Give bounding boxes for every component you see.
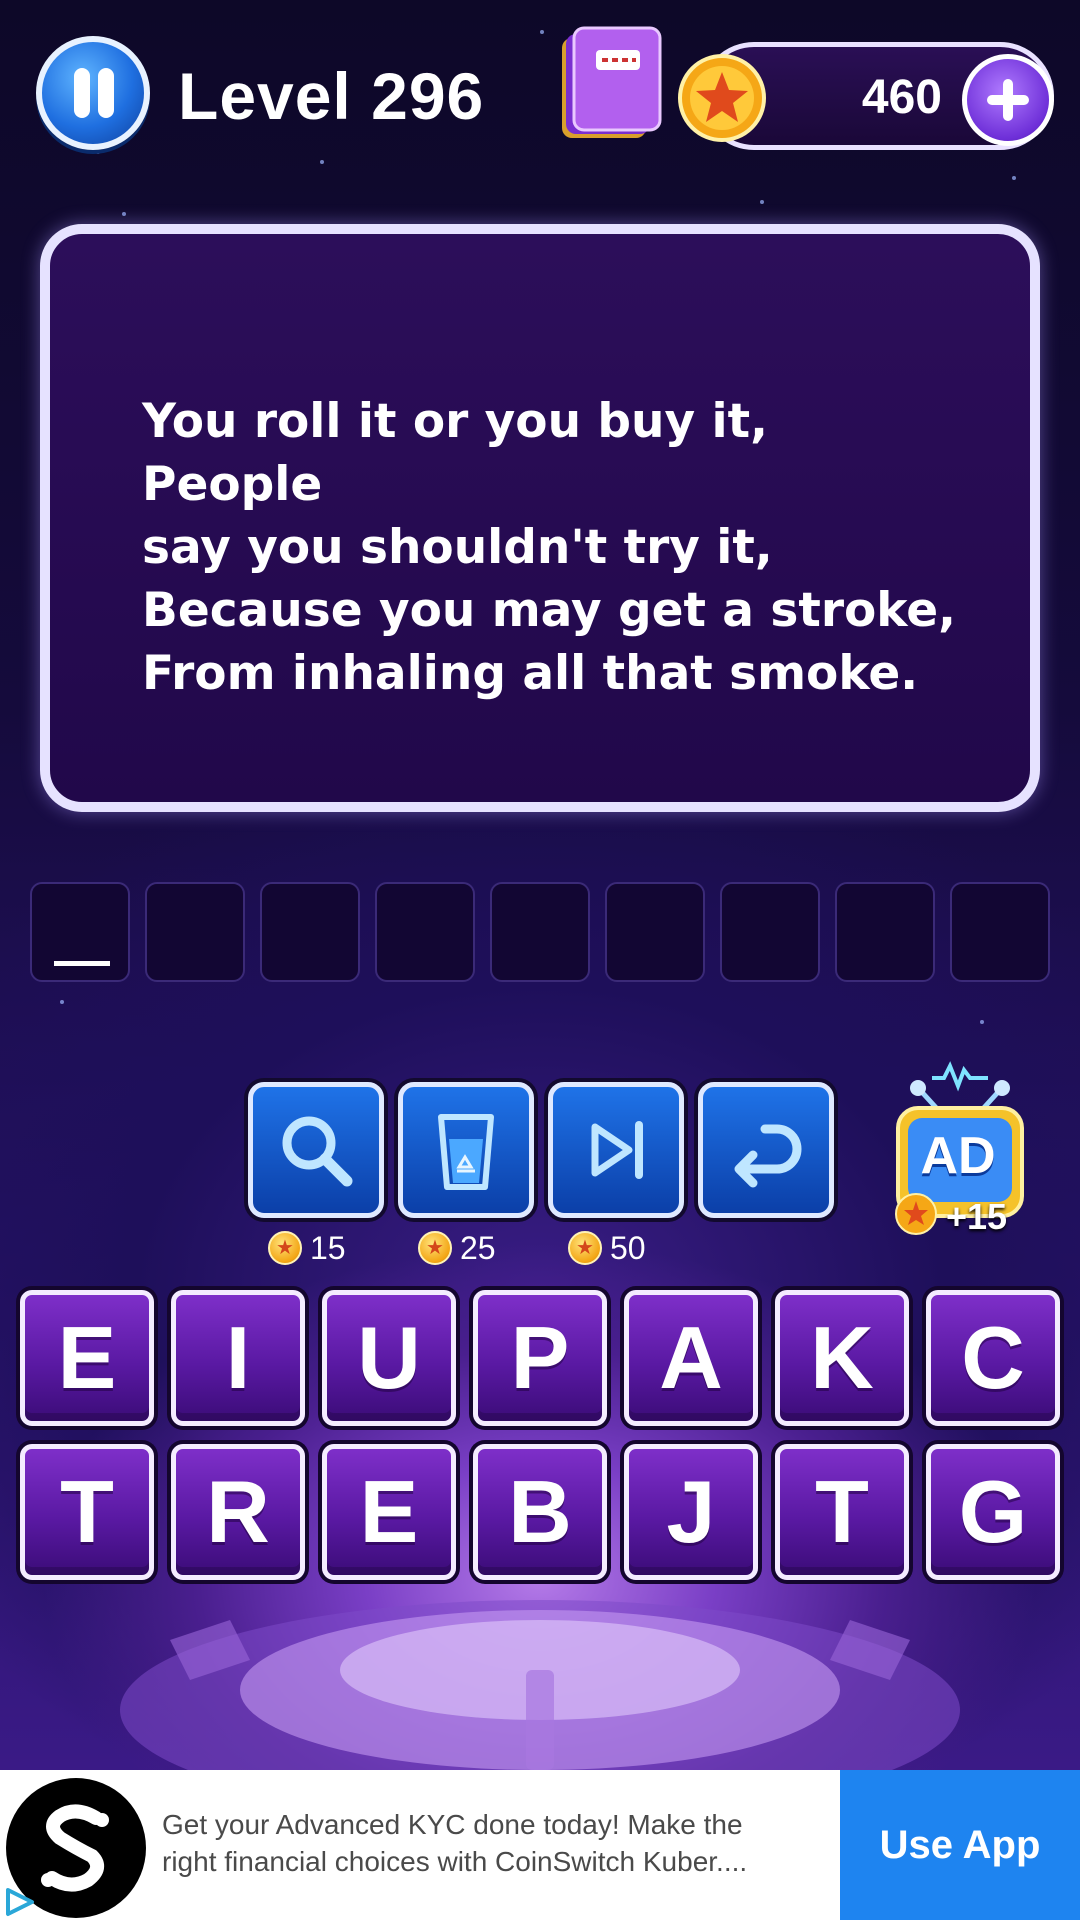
recycle-bin-icon xyxy=(438,1114,494,1190)
magnifier-cost: 15 xyxy=(268,1228,346,1268)
use-app-button[interactable]: Use App xyxy=(840,1770,1080,1920)
answer-slot[interactable] xyxy=(30,882,130,982)
plus-icon-stroke xyxy=(1003,79,1013,121)
letter-key[interactable]: E xyxy=(322,1444,456,1580)
coin-count: 460 xyxy=(861,71,942,124)
book-icon[interactable] xyxy=(556,24,668,142)
cost-value: 25 xyxy=(460,1229,496,1266)
cost-value: 15 xyxy=(310,1229,346,1266)
letter-key[interactable]: G xyxy=(926,1444,1060,1580)
answer-slot[interactable] xyxy=(260,882,360,982)
answer-slot[interactable] xyxy=(835,882,935,982)
letter-key[interactable]: T xyxy=(20,1444,154,1580)
undo-arrow-icon xyxy=(734,1124,802,1188)
coin-icon xyxy=(268,1231,302,1265)
adchoices-icon[interactable] xyxy=(0,1884,40,1920)
answer-slot[interactable] xyxy=(145,882,245,982)
pause-button[interactable] xyxy=(36,36,150,150)
answer-slot[interactable] xyxy=(950,882,1050,982)
remove-letters-cost: 25 xyxy=(418,1228,496,1268)
ad-label: AD xyxy=(920,1127,996,1185)
input-cursor xyxy=(54,961,110,966)
cost-value: 50 xyxy=(610,1229,646,1266)
answer-slot[interactable] xyxy=(720,882,820,982)
decorative-platform xyxy=(120,1600,960,1770)
coin-icon xyxy=(895,1193,937,1235)
add-coins-button[interactable] xyxy=(962,54,1054,146)
letter-key[interactable]: P xyxy=(473,1290,607,1426)
letter-key[interactable]: J xyxy=(624,1444,758,1580)
magnifier-icon xyxy=(282,1116,353,1187)
letter-key[interactable]: B xyxy=(473,1444,607,1580)
letter-key[interactable]: T xyxy=(775,1444,909,1580)
answer-slot[interactable] xyxy=(490,882,590,982)
remove-letters-button[interactable] xyxy=(398,1082,534,1218)
letter-key[interactable]: K xyxy=(775,1290,909,1426)
hint-magnifier-button[interactable] xyxy=(248,1082,384,1218)
coin-icon xyxy=(678,54,766,142)
pause-icon-bar xyxy=(98,68,114,118)
letter-key[interactable]: I xyxy=(171,1290,305,1426)
pause-icon xyxy=(74,68,90,118)
ad-text: Get your Advanced KYC done today! Make t… xyxy=(162,1809,748,1877)
riddle-card: You roll it or you buy it, People say yo… xyxy=(40,224,1040,812)
riddle-text: You roll it or you buy it, People say yo… xyxy=(142,394,957,701)
letter-key[interactable]: U xyxy=(322,1290,456,1426)
coin-icon xyxy=(568,1231,602,1265)
answer-slot[interactable] xyxy=(605,882,705,982)
undo-button[interactable] xyxy=(698,1082,834,1218)
answer-slot[interactable] xyxy=(375,882,475,982)
ad-reward-amount: +15 xyxy=(946,1196,1008,1237)
letter-key[interactable]: A xyxy=(624,1290,758,1426)
letter-key[interactable]: R xyxy=(171,1444,305,1580)
coin-icon xyxy=(418,1231,452,1265)
level-title: Level 296 xyxy=(178,59,485,133)
skip-level-button[interactable] xyxy=(548,1082,684,1218)
skip-level-cost: 50 xyxy=(568,1228,646,1268)
letter-key[interactable]: E xyxy=(20,1290,154,1426)
letter-key[interactable]: C xyxy=(926,1290,1060,1426)
skip-forward-icon xyxy=(591,1121,643,1179)
